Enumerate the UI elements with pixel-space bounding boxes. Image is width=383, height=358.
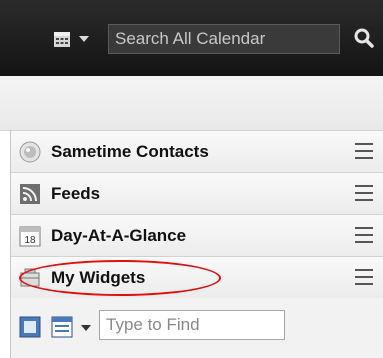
section-label: Day-At-A-Glance <box>51 226 187 245</box>
highlight-annotation <box>19 260 221 296</box>
widget-view-icon[interactable] <box>19 316 41 338</box>
hamburger-menu-icon[interactable] <box>355 185 373 201</box>
find-input[interactable] <box>99 310 285 340</box>
calendar-day-number: 18 <box>24 235 36 246</box>
calendar-menu-button[interactable] <box>53 26 105 52</box>
hamburger-menu-icon[interactable] <box>355 269 373 285</box>
section-label: Feeds <box>51 184 101 203</box>
search-icon[interactable] <box>353 27 375 49</box>
widgets-toolbar <box>11 298 383 358</box>
section-label: Sametime Contacts <box>51 142 209 161</box>
chevron-down-icon <box>79 36 89 42</box>
section-sametime-contacts[interactable]: Sametime Contacts <box>11 130 383 172</box>
section-day-at-a-glance[interactable]: 18 Day-At-A-Glance <box>11 214 383 256</box>
chevron-down-icon[interactable] <box>81 325 91 331</box>
search-input[interactable]: Search All Calendar <box>108 24 340 54</box>
subheader-strip <box>0 76 383 131</box>
calendar-icon <box>54 32 70 47</box>
sametime-icon <box>19 141 41 163</box>
rss-feed-icon <box>20 184 40 204</box>
top-toolbar: Search All Calendar <box>0 0 383 76</box>
hamburger-menu-icon[interactable] <box>355 227 373 243</box>
sidebar-panel: Sametime Contacts Feeds 18 Day-At-A-Glan… <box>11 130 383 358</box>
day-calendar-icon: 18 <box>19 226 41 247</box>
widget-list-icon[interactable] <box>51 316 73 338</box>
section-feeds[interactable]: Feeds <box>11 172 383 214</box>
section-my-widgets[interactable]: My Widgets <box>11 256 383 298</box>
hamburger-menu-icon[interactable] <box>355 143 373 159</box>
